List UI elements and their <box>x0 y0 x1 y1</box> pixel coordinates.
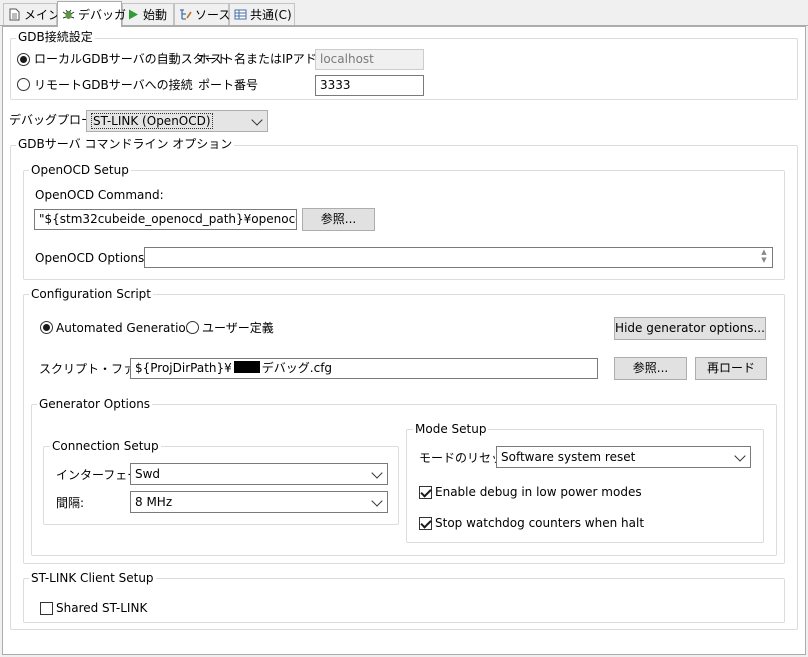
chevron-down-icon <box>371 467 383 479</box>
debug-probe-value: ST-LINK (OpenOCD) <box>91 113 213 129</box>
reset-mode-value: Software system reset <box>501 450 636 464</box>
redacted-block <box>233 361 260 373</box>
connection-setup-title: Connection Setup <box>50 439 161 453</box>
tab-source[interactable]: ソース <box>174 3 231 25</box>
script-path-suffix: デバッグ.cfg <box>261 361 333 375</box>
low-power-checkbox[interactable] <box>419 486 432 499</box>
watchdog-checkbox[interactable] <box>419 517 432 530</box>
openocd-options-label: OpenOCD Options : <box>35 251 153 265</box>
tab-debugger[interactable]: デバッガ <box>57 1 126 27</box>
script-file-field[interactable]: ${ProjDirPath}¥ デバッグ.cfg <box>130 358 598 379</box>
config-script-title: Configuration Script <box>29 287 153 301</box>
interface-value: Swd <box>135 467 161 481</box>
shared-stlink-checkbox[interactable] <box>40 602 53 615</box>
user-defined-radio[interactable] <box>186 321 199 334</box>
remote-gdb-label: リモートGDBサーバへの接続 <box>34 78 193 92</box>
tab-main[interactable]: メイン <box>3 3 61 25</box>
openocd-command-label: OpenOCD Command: <box>35 188 164 202</box>
chevron-down-icon <box>251 114 263 126</box>
tab-common[interactable]: 共通(C) <box>229 3 295 25</box>
connection-setup-group <box>43 446 399 525</box>
openocd-options-field[interactable] <box>144 247 773 268</box>
shared-stlink-label: Shared ST-LINK <box>56 601 148 615</box>
reload-button[interactable]: 再ロード <box>695 357 767 380</box>
openocd-setup-title: OpenOCD Setup <box>29 163 131 177</box>
stlink-client-title: ST-LINK Client Setup <box>29 571 156 585</box>
interval-value: 8 MHz <box>135 495 173 509</box>
gdb-connection-title: GDB接続設定 <box>16 30 95 44</box>
source-icon <box>179 8 192 21</box>
interval-label: 間隔: <box>56 496 85 510</box>
port-field[interactable]: 3333 <box>315 75 424 96</box>
openocd-command-field[interactable]: "${stm32cubeide_openocd_path}¥openocd.ex… <box>34 209 297 230</box>
watchdog-label: Stop watchdog counters when halt <box>435 516 645 530</box>
hide-generator-button[interactable]: Hide generator options... <box>614 317 766 340</box>
gdb-server-options-title: GDBサーバ コマンドライン オプション <box>16 137 235 151</box>
tab-label: 共通(C) <box>250 8 292 22</box>
automated-generation-label: Automated Generation <box>56 321 194 335</box>
mode-setup-title: Mode Setup <box>413 422 489 436</box>
low-power-label: Enable debug in low power modes <box>435 485 642 499</box>
table-icon <box>234 8 247 21</box>
tab-label: メイン <box>24 8 61 22</box>
tab-strip: メイン デバッガ 始動 ソース 共通(C) <box>0 0 808 27</box>
tab-label: デバッガ <box>78 8 127 22</box>
reset-mode-select[interactable]: Software system reset <box>496 446 751 468</box>
scroll-arrows-icon[interactable]: ▲ ▼ <box>758 248 770 265</box>
chevron-down-icon <box>734 450 746 462</box>
script-browse-button[interactable]: 参照... <box>614 357 687 380</box>
interval-select[interactable]: 8 MHz <box>130 491 388 513</box>
interface-select[interactable]: Swd <box>130 463 388 485</box>
remote-gdb-radio[interactable] <box>17 78 30 91</box>
script-path-prefix: ${ProjDirPath}¥ <box>135 361 232 375</box>
host-field[interactable]: localhost <box>315 49 424 70</box>
debug-bug-icon <box>62 8 75 21</box>
port-label: ポート番号 <box>198 78 259 92</box>
document-icon <box>8 8 21 21</box>
openocd-browse-button[interactable]: 参照... <box>302 208 375 231</box>
tab-label: ソース <box>195 8 231 22</box>
play-icon <box>127 8 140 21</box>
debug-probe-select[interactable]: ST-LINK (OpenOCD) <box>86 110 268 132</box>
user-defined-label: ユーザー定義 <box>202 321 274 335</box>
tab-startup[interactable]: 始動 <box>122 3 174 25</box>
chevron-down-icon <box>371 495 383 507</box>
generator-options-title: Generator Options <box>37 397 153 411</box>
local-gdb-radio[interactable] <box>17 53 30 66</box>
automated-generation-radio[interactable] <box>40 321 53 334</box>
tab-label: 始動 <box>143 8 168 22</box>
